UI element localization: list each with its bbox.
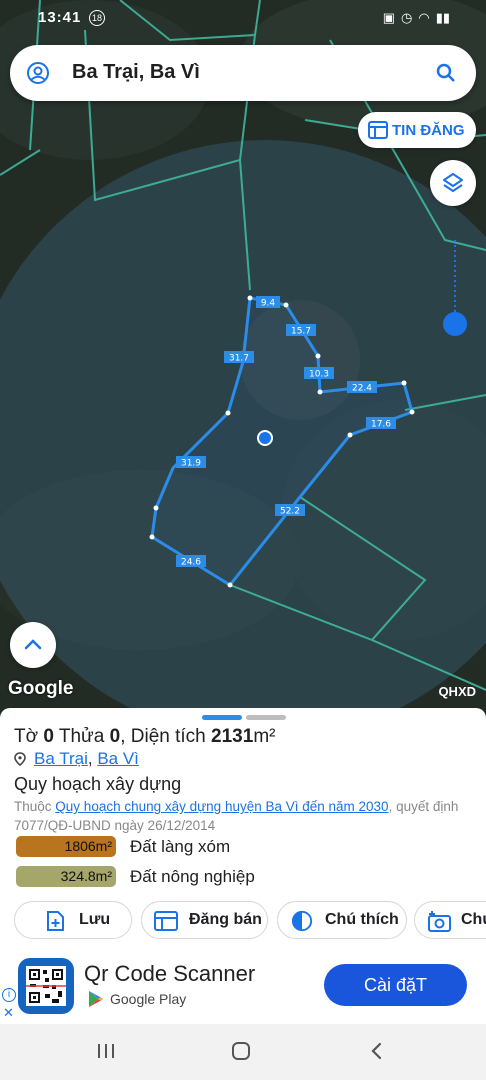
parcel-title: Tờ 0 Thửa 0, Diện tích 2131m² (14, 726, 275, 748)
store-name: Google Play (110, 991, 187, 1007)
legend-button[interactable]: Chú thích (277, 901, 407, 939)
location-district-link[interactable]: Ba Vì (97, 749, 139, 769)
segment-length-label: 31.7 (229, 354, 249, 364)
ad-banner[interactable]: i ✕ Qr Code Scanner Google Play Cài đặT (0, 948, 486, 1024)
zoom-slider-handle[interactable] (443, 312, 467, 336)
search-query[interactable]: Ba Trại, Ba Vì (72, 61, 200, 84)
google-play-icon (89, 991, 104, 1007)
status-bar: 13:41 18 ▣ ◷ ◠ ▮▮ (0, 0, 486, 36)
listing-icon (154, 911, 178, 931)
land-area-chip: 1806m² (16, 836, 116, 857)
pager-dot[interactable] (246, 715, 286, 720)
system-nav-bar (0, 1024, 486, 1080)
save-button[interactable]: Lưu (14, 901, 132, 939)
segment-length-label: 24.6 (181, 558, 201, 568)
layers-button[interactable] (430, 160, 476, 206)
land-use-row: 1806m² Đất làng xóm (16, 836, 230, 857)
land-use-row: 324.8m² Đất nông nghiệp (16, 866, 255, 887)
home-icon[interactable] (231, 1042, 251, 1065)
contrast-icon (291, 910, 313, 932)
segment-length-label: 52.2 (280, 507, 300, 517)
listing-icon (368, 121, 388, 139)
tin-dang-button[interactable]: TIN ĐĂNG (358, 112, 476, 148)
chevron-up-icon (24, 639, 42, 650)
qr-app-icon[interactable] (18, 958, 74, 1014)
segment-length-label: 17.6 (371, 420, 391, 430)
recents-icon[interactable] (96, 1042, 116, 1065)
signal-icon: ▮▮ (435, 10, 450, 25)
segment-length-label: 15.7 (291, 327, 311, 337)
parcel-info-sheet[interactable]: Tờ 0 Thửa 0, Diện tích 2131m² Ba Trại, B… (0, 708, 486, 948)
sheet-pager[interactable] (202, 715, 286, 720)
land-use-name: Đất nông nghiệp (130, 866, 255, 886)
to-label: Tờ (14, 726, 39, 747)
segment-length-label: 10.3 (309, 370, 329, 380)
layers-icon (443, 173, 463, 192)
thua-label: Thửa (58, 726, 105, 747)
map-canvas[interactable]: 9.4 15.7 10.3 22.4 17.6 52.2 24.6 31.9 31.7 (0, 0, 486, 712)
notification-badge: 18 (89, 10, 105, 26)
dang-ban-label: Đăng bán (189, 911, 262, 928)
segment-length-label: 9.4 (261, 299, 276, 309)
plan-prefix: Thuộc (14, 799, 52, 814)
status-time: 13:41 (38, 9, 82, 26)
capture-label: Chụ (461, 911, 486, 928)
title-comma: , (120, 726, 126, 747)
install-button[interactable]: Cài đặT (324, 964, 467, 1006)
action-buttons: Lưu Đăng bán Chú thích Ch (14, 901, 486, 939)
dang-ban-button[interactable]: Đăng bán (141, 901, 268, 939)
to-value: 0 (43, 726, 54, 747)
plan-description: Thuộc Quy hoạch chung xây dựng huyện Ba … (14, 797, 474, 835)
google-logo: Google (8, 678, 74, 699)
area-label: Diện tích (130, 726, 206, 747)
back-icon[interactable] (369, 1042, 385, 1065)
google-play-badge: Google Play (88, 990, 186, 1008)
map-view[interactable]: 9.4 15.7 10.3 22.4 17.6 52.2 24.6 31.9 31.7 13:4… (0, 0, 486, 712)
thua-value: 0 (109, 726, 121, 747)
expand-up-button[interactable] (10, 622, 56, 668)
area-value: 2131 (211, 726, 254, 747)
parcel-location: Ba Trại, Ba Vì (14, 749, 139, 769)
wifi-icon: ◠ (418, 10, 430, 25)
alarm-icon: ◷ (401, 10, 413, 25)
location-commune-link[interactable]: Ba Trại (34, 749, 88, 769)
layer-code: QHXD (438, 684, 476, 699)
capture-button[interactable]: Chụ (414, 901, 486, 939)
land-use-name: Đất làng xóm (130, 836, 231, 856)
status-icons: ▣ ◷ ◠ ▮▮ (383, 10, 450, 26)
land-area-chip: 324.8m² (16, 866, 116, 887)
search-bar[interactable]: Ba Trại, Ba Vì (10, 45, 476, 101)
segment-length-label: 31.9 (181, 459, 201, 469)
plan-heading: Quy hoạch xây dựng (14, 774, 182, 794)
add-photo-icon (428, 911, 451, 932)
account-icon[interactable] (26, 61, 50, 85)
search-icon[interactable] (434, 61, 458, 85)
add-file-icon (47, 911, 64, 931)
segment-length-label: 22.4 (352, 384, 372, 394)
save-label: Lưu (79, 911, 111, 928)
pager-dot-active[interactable] (202, 715, 242, 720)
area-unit: m² (253, 726, 276, 747)
legend-label: Chú thích (325, 911, 399, 928)
location-separator: , (87, 749, 98, 768)
ad-app-name[interactable]: Qr Code Scanner (84, 961, 255, 987)
lock-icon: ▣ (382, 10, 395, 25)
plan-link[interactable]: Quy hoạch chung xây dựng huyện Ba Vì đến… (55, 799, 388, 814)
ad-close-icon[interactable]: ✕ (3, 1005, 14, 1021)
tin-dang-label: TIN ĐĂNG (392, 122, 465, 139)
ad-info-icon[interactable]: i (2, 988, 16, 1002)
app-screen: 9.4 15.7 10.3 22.4 17.6 52.2 24.6 31.9 31.7 13:4… (0, 0, 486, 1080)
location-pin-icon (14, 752, 26, 766)
